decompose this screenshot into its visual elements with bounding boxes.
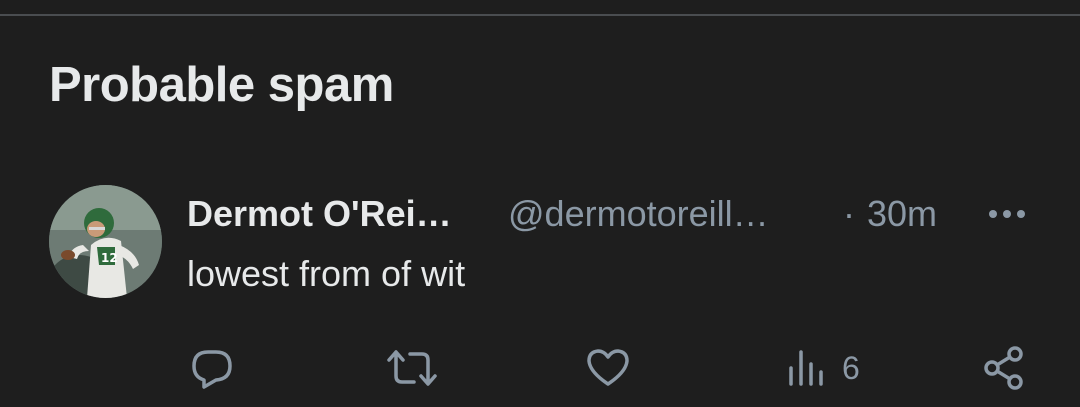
top-divider: [0, 14, 1080, 16]
section-title: Probable spam: [49, 58, 394, 112]
separator-dot: ·: [843, 193, 855, 234]
retweet-button[interactable]: [386, 340, 438, 396]
views-button[interactable]: 6: [786, 340, 860, 396]
like-button[interactable]: [584, 340, 632, 396]
reply-icon: [192, 350, 232, 389]
reply-button[interactable]: [188, 340, 236, 396]
views-bar-chart-icon: [789, 350, 823, 386]
svg-text:12: 12: [101, 251, 118, 265]
heart-icon: [587, 349, 629, 386]
author-name[interactable]: Dermot O'Rei…: [187, 190, 452, 238]
tweet[interactable]: 12 Dermot O'Rei… @dermotoreill… · 30m lo…: [0, 180, 1080, 407]
share-button[interactable]: [982, 340, 1028, 396]
author-handle[interactable]: @dermotoreill…: [508, 190, 769, 238]
more-options-button[interactable]: [985, 196, 1029, 232]
tweet-header: Dermot O'Rei… @dermotoreill… · 30m: [187, 190, 1037, 238]
retweet-icon: [387, 350, 437, 386]
avatar-image: 12: [49, 185, 162, 298]
tweet-text: lowest from of wit: [187, 253, 466, 294]
action-bar: 6: [0, 340, 1080, 396]
avatar[interactable]: 12: [49, 185, 162, 298]
views-count: 6: [842, 350, 860, 386]
more-horizontal-icon: [989, 210, 1025, 218]
timestamp[interactable]: 30m: [867, 190, 937, 238]
share-icon: [984, 346, 1023, 390]
